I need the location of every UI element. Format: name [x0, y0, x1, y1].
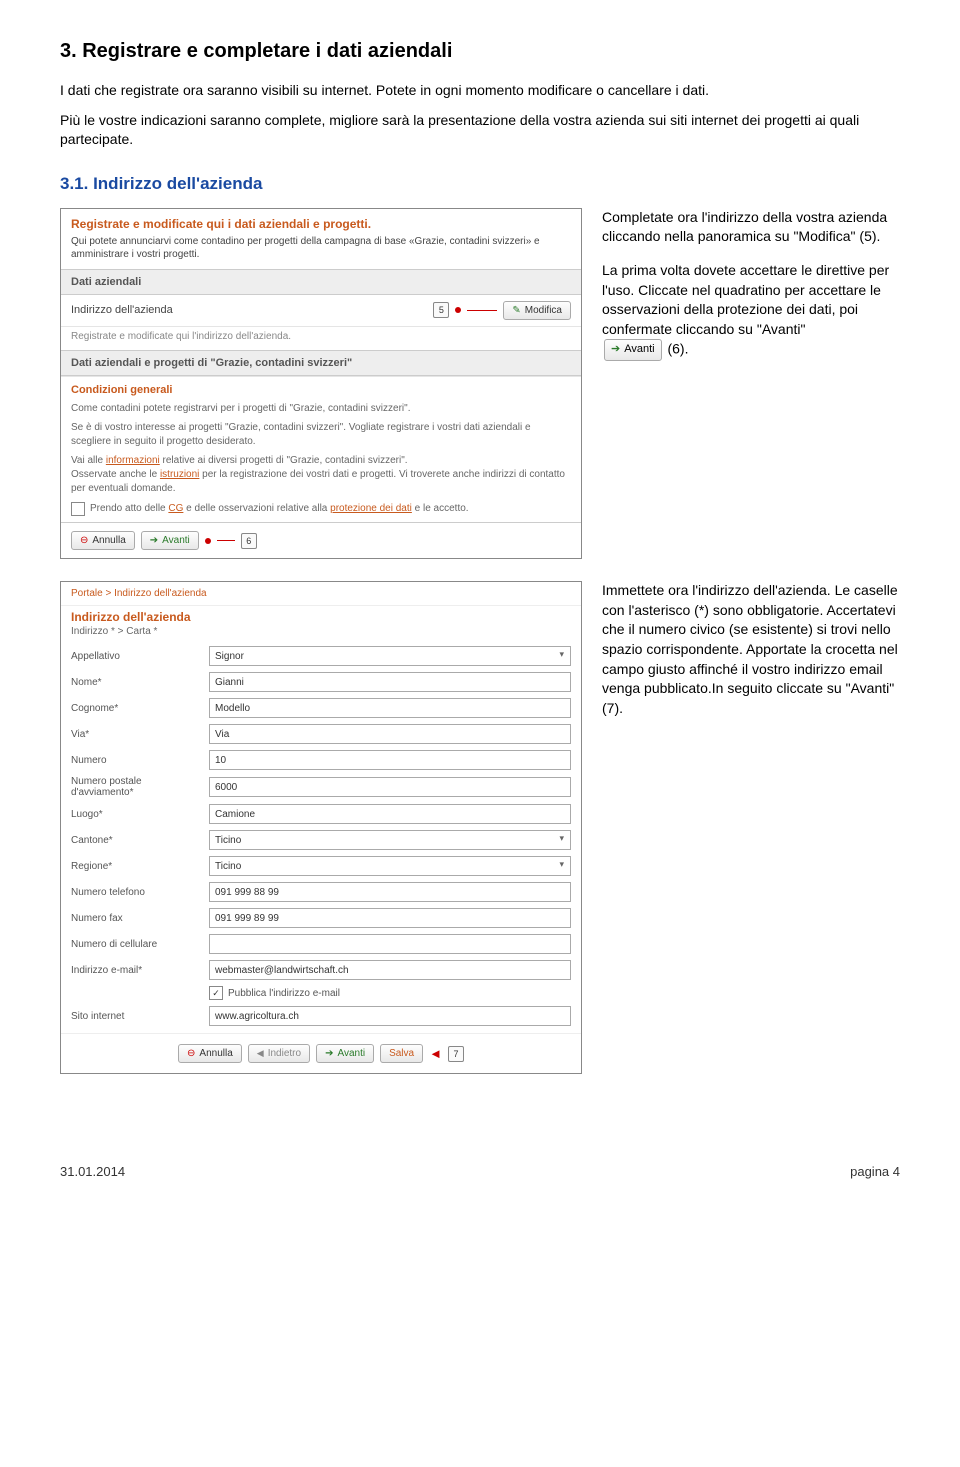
label-cantone: Cantone*: [71, 835, 201, 846]
label-email: Indirizzo e-mail*: [71, 965, 201, 976]
intro-paragraph-1: I dati che registrate ora saranno visibi…: [60, 81, 900, 101]
block-row-1: Registrate e modificate qui i dati azien…: [60, 208, 900, 559]
input-via[interactable]: Via: [209, 724, 571, 744]
label-via: Via*: [71, 729, 201, 740]
cond5-c: e le accetto.: [412, 503, 469, 514]
input-cap[interactable]: 6000: [209, 777, 571, 797]
input-nome[interactable]: Gianni: [209, 672, 571, 692]
cond5-wrap: Prendo atto delle CG e delle osservazion…: [90, 502, 469, 516]
side2-p1: Immettete ora l'indirizzo dell'azienda. …: [602, 581, 900, 718]
side1-p1: Completate ora l'indirizzo della vostra …: [602, 208, 900, 247]
red-arrow-icon: ◄: [429, 1046, 442, 1061]
form-subtitle: Indirizzo * > Carta *: [61, 626, 581, 643]
cond-line-1: Come contadini potete registrarvi per i …: [71, 402, 571, 416]
side-text-2: Immettete ora l'indirizzo dell'azienda. …: [602, 581, 900, 1074]
label-tel: Numero telefono: [71, 887, 201, 898]
input-cell[interactable]: [209, 934, 571, 954]
label-appellativo: Appellativo: [71, 651, 201, 662]
input-cantone[interactable]: Ticino: [209, 830, 571, 850]
s1-title: Registrate e modificate qui i dati azien…: [71, 217, 571, 231]
intro-paragraph-2: Più le vostre indicazioni saranno comple…: [60, 111, 900, 150]
avanti-chip-inline: Avanti: [604, 339, 662, 360]
input-fax[interactable]: 091 999 89 99: [209, 908, 571, 928]
block-row-2: Portale > Indirizzo dell'azienda Indiriz…: [60, 581, 900, 1074]
marker-5: 5: [433, 302, 449, 318]
section-heading: 3. Registrare e completare i dati aziend…: [60, 40, 900, 63]
label-cognome: Cognome*: [71, 703, 201, 714]
subsection-heading: 3.1. Indirizzo dell'azienda: [60, 174, 900, 194]
s1-bar-progetti: Dati aziendali e progetti di "Grazie, co…: [61, 350, 581, 376]
avanti-button-2[interactable]: Avanti: [316, 1044, 374, 1063]
red-dot-icon: [455, 307, 461, 313]
label-regione: Regione*: [71, 861, 201, 872]
label-cell: Numero di cellulare: [71, 939, 201, 950]
label-sito: Sito internet: [71, 1011, 201, 1022]
form-title: Indirizzo dell'azienda: [61, 606, 581, 626]
indietro-button[interactable]: Indietro: [248, 1044, 310, 1063]
side1-p2-wrap: La prima volta dovete accettare le diret…: [602, 261, 900, 361]
cond-link-info[interactable]: informazioni: [106, 455, 160, 466]
cond3-text-b: relative ai diversi progetti di "Grazie,…: [160, 455, 408, 466]
input-luogo[interactable]: Camione: [209, 804, 571, 824]
s1-desc: Qui potete annunciarvi come contadino pe…: [71, 235, 571, 261]
footer-date: 31.01.2014: [60, 1164, 125, 1179]
cond-line-5: Prendo atto delle CG e delle osservazion…: [71, 502, 571, 516]
footer-page: pagina 4: [850, 1164, 900, 1179]
input-cognome[interactable]: Modello: [209, 698, 571, 718]
label-fax: Numero fax: [71, 913, 201, 924]
s1-row-label: Indirizzo dell'azienda: [71, 304, 427, 316]
marker-6: 6: [241, 533, 257, 549]
label-luogo: Luogo*: [71, 809, 201, 820]
red-dot-icon: [205, 538, 211, 544]
cond-line-3: Vai alle informazioni relative ai divers…: [71, 454, 571, 468]
label-numero: Numero: [71, 755, 201, 766]
cond-title: Condizioni generali: [71, 383, 571, 398]
s1-row-indirizzo: Indirizzo dell'azienda 5 Modifica: [61, 295, 581, 327]
cond-link-privacy[interactable]: protezione dei dati: [330, 503, 412, 514]
side-text-1: Completate ora l'indirizzo della vostra …: [602, 208, 900, 559]
accept-checkbox[interactable]: [71, 502, 85, 516]
label-nome: Nome*: [71, 677, 201, 688]
label-cap: Numero postale d'avviamento*: [71, 776, 201, 798]
cond5-b: e delle osservazioni relative alla: [183, 503, 330, 514]
marker-7: 7: [448, 1046, 464, 1062]
side1-p2-end: (6).: [664, 341, 689, 357]
annulla-button-2[interactable]: Annulla: [178, 1044, 242, 1063]
red-line-icon: [467, 310, 497, 311]
s1-footer: Annulla Avanti 6: [61, 522, 581, 558]
s1-row-subdesc: Registrate e modificate qui l'indirizzo …: [61, 327, 581, 350]
s1-conditions: Condizioni generali Come contadini potet…: [61, 376, 581, 522]
cond4-text-a: Osservate anche le: [71, 469, 160, 480]
cond-line-2: Se è di vostro interesse ai progetti "Gr…: [71, 421, 571, 449]
cond-link-cg[interactable]: CG: [168, 503, 183, 514]
cond5-a: Prendo atto delle: [90, 503, 168, 514]
screenshot-2: Portale > Indirizzo dell'azienda Indiriz…: [60, 581, 582, 1074]
annulla-button[interactable]: Annulla: [71, 531, 135, 550]
red-line-icon: [217, 540, 235, 541]
input-email[interactable]: webmaster@landwirtschaft.ch: [209, 960, 571, 980]
screenshot-1: Registrate e modificate qui i dati azien…: [60, 208, 582, 559]
s2-footer: Annulla Indietro Avanti Salva ◄ 7: [61, 1033, 581, 1073]
input-sito[interactable]: www.agricoltura.ch: [209, 1006, 571, 1026]
input-appellativo[interactable]: Signor: [209, 646, 571, 666]
s1-bar-dati: Dati aziendali: [61, 269, 581, 295]
cond3-text-a: Vai alle: [71, 455, 106, 466]
checkbox-pubblica-label: Pubblica l'indirizzo e-mail: [228, 988, 340, 999]
avanti-button[interactable]: Avanti: [141, 531, 199, 550]
page-footer: 31.01.2014 pagina 4: [60, 1164, 900, 1179]
input-numero[interactable]: 10: [209, 750, 571, 770]
input-tel[interactable]: 091 999 88 99: [209, 882, 571, 902]
breadcrumb[interactable]: Portale > Indirizzo dell'azienda: [61, 582, 581, 606]
checkbox-pubblica[interactable]: ✓: [209, 986, 223, 1000]
modifica-button[interactable]: Modifica: [503, 301, 571, 320]
input-regione[interactable]: Ticino: [209, 856, 571, 876]
cond-link-istruzioni[interactable]: istruzioni: [160, 469, 199, 480]
salva-button[interactable]: Salva: [380, 1044, 423, 1063]
side1-p2: La prima volta dovete accettare le diret…: [602, 262, 889, 337]
cond-line-4: Osservate anche le istruzioni per la reg…: [71, 468, 571, 496]
